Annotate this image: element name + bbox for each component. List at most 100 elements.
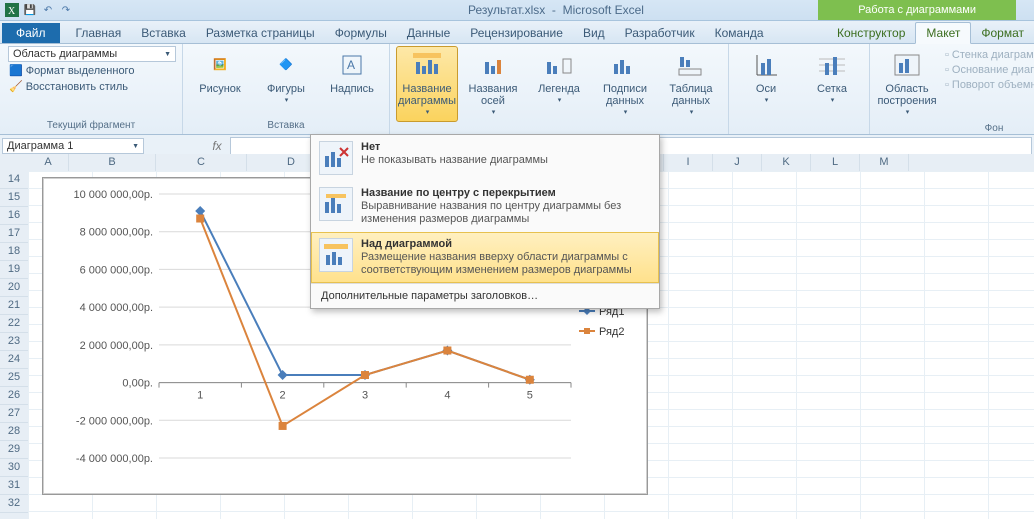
title-above-icon bbox=[319, 238, 353, 272]
group-label-background: Фон bbox=[876, 122, 1034, 135]
row-headers: 14151617181920212223242526272829303132 bbox=[0, 154, 29, 519]
svg-text:X: X bbox=[8, 6, 16, 17]
ribbon: Область диаграммы▼ 🟦 Формат выделенного … bbox=[0, 44, 1034, 135]
rotation-button: ▫ Поворот объемной фигуры bbox=[942, 78, 1034, 92]
legend-icon bbox=[543, 49, 575, 81]
col-header[interactable]: M bbox=[860, 154, 909, 171]
row-header[interactable]: 17 bbox=[0, 225, 28, 243]
picture-button[interactable]: 🖼️Рисунок bbox=[189, 46, 251, 119]
ribbon-tabs: Файл Главная Вставка Разметка страницы Ф… bbox=[0, 21, 1034, 44]
tab-data[interactable]: Данные bbox=[397, 23, 460, 43]
tab-home[interactable]: Главная bbox=[66, 23, 132, 43]
svg-text:2: 2 bbox=[280, 390, 286, 402]
col-header[interactable]: B bbox=[69, 154, 156, 171]
gridlines-icon bbox=[816, 49, 848, 81]
svg-text:-2 000 000,00р.: -2 000 000,00р. bbox=[76, 415, 153, 427]
svg-text:4: 4 bbox=[444, 390, 450, 402]
row-header[interactable]: 18 bbox=[0, 243, 28, 261]
svg-text:8 000 000,00р.: 8 000 000,00р. bbox=[80, 227, 153, 239]
title-none-icon bbox=[319, 141, 353, 175]
chart-wall-button: ▫ Стенка диаграммы ▾ bbox=[942, 48, 1034, 62]
chart-element-selector[interactable]: Область диаграммы▼ bbox=[8, 46, 176, 62]
tab-format[interactable]: Формат bbox=[971, 23, 1034, 43]
row-header[interactable]: 23 bbox=[0, 333, 28, 351]
row-header[interactable]: 14 bbox=[0, 171, 28, 189]
col-header[interactable]: C bbox=[156, 154, 247, 171]
data-table-icon bbox=[675, 49, 707, 81]
file-tab[interactable]: Файл bbox=[2, 23, 60, 43]
tab-review[interactable]: Рецензирование bbox=[460, 23, 573, 43]
row-header[interactable]: 32 bbox=[0, 495, 28, 513]
group-label-insert: Вставка bbox=[189, 119, 383, 132]
row-header[interactable]: 20 bbox=[0, 279, 28, 297]
tab-insert[interactable]: Вставка bbox=[131, 23, 196, 43]
chart-floor-button: ▫ Основание диаграммы ▾ bbox=[942, 63, 1034, 77]
chart-title-icon bbox=[411, 49, 443, 81]
row-header[interactable]: 24 bbox=[0, 351, 28, 369]
shapes-button[interactable]: 🔷Фигуры▾ bbox=[255, 46, 317, 119]
row-header[interactable]: 26 bbox=[0, 387, 28, 405]
row-header[interactable]: 29 bbox=[0, 441, 28, 459]
redo-icon[interactable]: ↷ bbox=[58, 2, 74, 18]
shapes-icon: 🔷 bbox=[270, 49, 302, 81]
row-header[interactable]: 30 bbox=[0, 459, 28, 477]
row-header[interactable]: 22 bbox=[0, 315, 28, 333]
tab-view[interactable]: Вид bbox=[573, 23, 615, 43]
format-selection-button[interactable]: 🟦 Формат выделенного bbox=[6, 63, 176, 78]
chart-title-option-overlay[interactable]: Название по центру с перекрытиемВыравнив… bbox=[311, 181, 659, 232]
row-header[interactable]: 27 bbox=[0, 405, 28, 423]
legend-button[interactable]: Легенда▾ bbox=[528, 46, 590, 122]
svg-text:5: 5 bbox=[527, 390, 533, 402]
title-bar: X 💾 ↶ ↷ Результат.xlsx - Microsoft Excel… bbox=[0, 0, 1034, 21]
col-header[interactable]: A bbox=[28, 154, 69, 171]
col-header[interactable]: I bbox=[664, 154, 713, 171]
tab-layout[interactable]: Макет bbox=[915, 22, 971, 44]
context-tools-title: Работа с диаграммами bbox=[818, 0, 1016, 20]
textbox-button[interactable]: AНадпись bbox=[321, 46, 383, 119]
col-header[interactable]: K bbox=[762, 154, 811, 171]
row-header[interactable]: 19 bbox=[0, 261, 28, 279]
axis-titles-button[interactable]: Названия осей▾ bbox=[462, 46, 524, 122]
plot-area-icon bbox=[891, 49, 923, 81]
picture-icon: 🖼️ bbox=[204, 49, 236, 81]
title-overlay-icon bbox=[319, 187, 353, 221]
tab-pagelayout[interactable]: Разметка страницы bbox=[196, 23, 325, 43]
svg-text:6 000 000,00р.: 6 000 000,00р. bbox=[80, 264, 153, 276]
svg-text:1: 1 bbox=[197, 390, 203, 402]
tab-design[interactable]: Конструктор bbox=[827, 23, 915, 43]
axes-button[interactable]: Оси▾ bbox=[735, 46, 797, 119]
chart-title-more-options[interactable]: Дополнительные параметры заголовков… bbox=[311, 283, 659, 308]
tab-developer[interactable]: Разработчик bbox=[615, 23, 705, 43]
excel-icon: X bbox=[4, 2, 20, 18]
gridlines-button[interactable]: Сетка▾ bbox=[801, 46, 863, 119]
col-header[interactable]: J bbox=[713, 154, 762, 171]
col-header[interactable]: L bbox=[811, 154, 860, 171]
svg-text:3: 3 bbox=[362, 390, 368, 402]
chart-title-option-none[interactable]: НетНе показывать название диаграммы bbox=[311, 135, 659, 181]
svg-text:2 000 000,00р.: 2 000 000,00р. bbox=[80, 340, 153, 352]
data-table-button[interactable]: Таблица данных▾ bbox=[660, 46, 722, 122]
save-icon[interactable]: 💾 bbox=[22, 2, 38, 18]
plot-area-button[interactable]: Область построения▾ bbox=[876, 46, 938, 122]
svg-text:0,00р.: 0,00р. bbox=[122, 378, 153, 390]
svg-text:A: A bbox=[347, 58, 355, 72]
name-box[interactable]: Диаграмма 1▼ bbox=[2, 138, 144, 154]
row-header[interactable]: 28 bbox=[0, 423, 28, 441]
chart-title-option-above[interactable]: Над диаграммойРазмещение названия вверху… bbox=[311, 232, 659, 283]
svg-text:Ряд2: Ряд2 bbox=[599, 326, 624, 338]
row-header[interactable]: 15 bbox=[0, 189, 28, 207]
row-header[interactable]: 31 bbox=[0, 477, 28, 495]
chart-title-dropdown: НетНе показывать название диаграммы Назв… bbox=[310, 134, 660, 309]
row-header[interactable]: 25 bbox=[0, 369, 28, 387]
undo-icon[interactable]: ↶ bbox=[40, 2, 56, 18]
row-header[interactable]: 21 bbox=[0, 297, 28, 315]
textbox-icon: A bbox=[336, 49, 368, 81]
row-header[interactable]: 16 bbox=[0, 207, 28, 225]
chart-title-button[interactable]: Название диаграммы▾ bbox=[396, 46, 458, 122]
tab-formulas[interactable]: Формулы bbox=[325, 23, 397, 43]
data-labels-button[interactable]: Подписи данных▾ bbox=[594, 46, 656, 122]
fx-icon[interactable]: fx bbox=[206, 139, 228, 153]
reset-style-button[interactable]: 🧹 Восстановить стиль bbox=[6, 79, 176, 94]
axes-icon bbox=[750, 49, 782, 81]
tab-team[interactable]: Команда bbox=[705, 23, 774, 43]
